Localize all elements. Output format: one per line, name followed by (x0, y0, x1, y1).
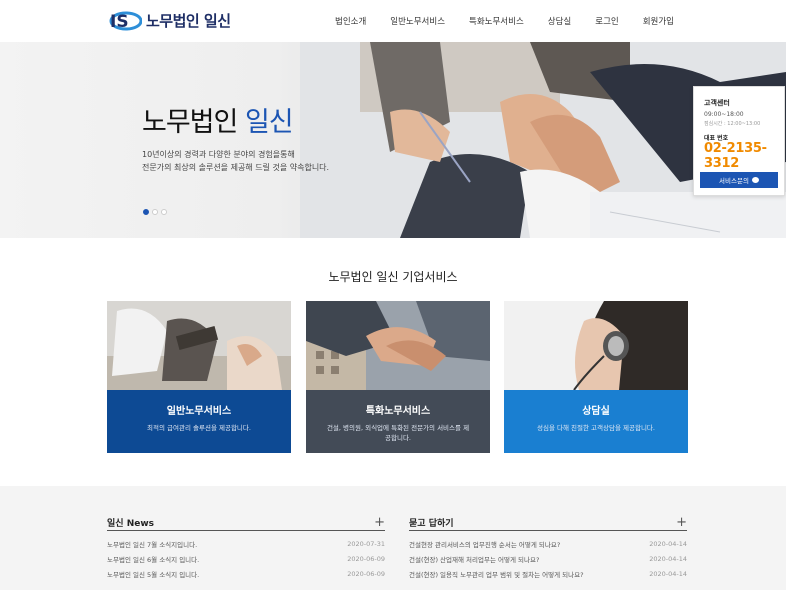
hero-title-accent: 일신 (244, 107, 294, 138)
qna-more-plus-icon[interactable]: + (676, 516, 687, 529)
slider-dots (143, 209, 167, 215)
qna-row-title: 건설현장 관리서비스의 업무진행 순서는 어떻게 되나요? (409, 540, 561, 549)
nav-item-consult[interactable]: 상담실 (536, 15, 583, 27)
service-card-body: 특화노무서비스 건설, 병의원, 외식업에 특화된 전문가의 서비스를 제공합니… (306, 390, 490, 453)
news-board: 일신 News + 노무법인 일신 7월 소식지입니다. 2020-07-31 … (107, 514, 385, 581)
handshake-building-image (306, 301, 490, 390)
cc-phone[interactable]: 02-2135-3312 (704, 141, 784, 171)
cc-title: 고객센터 (704, 99, 730, 107)
qna-row[interactable]: 건설(현장) 산업재해 처리업무는 어떻게 되나요? 2020-04-14 (409, 551, 687, 566)
nav-item-login[interactable]: 로그인 (583, 15, 630, 27)
logo-mark-icon: IS (109, 11, 142, 32)
qna-row-title: 건설(현장) 일용직 노무관리 업무 범위 및 절차는 어떻게 되나요? (409, 570, 584, 579)
cc-lunch: 점심시간 : 12:00~13:00 (704, 121, 761, 127)
qna-board-header: 묻고 답하기 + (409, 514, 687, 531)
office-meeting-image (107, 301, 291, 390)
nav-item-special-service[interactable]: 특화노무서비스 (457, 15, 536, 27)
slider-dot[interactable] (143, 209, 149, 215)
slider-dot[interactable] (152, 209, 158, 215)
news-row-date: 2020-07-31 (347, 539, 385, 548)
service-card-special[interactable]: 특화노무서비스 건설, 병의원, 외식업에 특화된 전문가의 서비스를 제공합니… (306, 301, 490, 453)
service-card-body: 상담실 성심을 다해 친절한 고객상담을 제공합니다. (504, 390, 688, 453)
news-row-title: 노무법인 일신 7월 소식지입니다. (107, 540, 198, 549)
logo[interactable]: IS 노무법인 일신 (106, 7, 231, 33)
site-header: IS 노무법인 일신 법인소개 일반노무서비스 특화노무서비스 상담실 로그인 … (0, 0, 786, 42)
qna-row[interactable]: 건설(현장) 일용직 노무관리 업무 범위 및 절차는 어떻게 되나요? 202… (409, 566, 687, 581)
news-board-header: 일신 News + (107, 514, 385, 531)
news-more-plus-icon[interactable]: + (374, 516, 385, 529)
qna-row-title: 건설(현장) 산업재해 처리업무는 어떻게 되나요? (409, 555, 540, 564)
nav-item-general-service[interactable]: 일반노무서비스 (378, 15, 457, 27)
service-card-desc: 성심을 다해 친절한 고객상담을 제공합니다. (537, 424, 655, 432)
logo-text: 노무법인 일신 (146, 11, 231, 30)
qna-row[interactable]: 건설현장 관리서비스의 업무진행 순서는 어떻게 되나요? 2020-04-14 (409, 536, 687, 551)
qna-row-date: 2020-04-14 (649, 539, 687, 548)
news-row[interactable]: 노무법인 일신 7월 소식지입니다. 2020-07-31 (107, 536, 385, 551)
news-row-title: 노무법인 일신 6월 소식지 입니다. (107, 555, 200, 564)
svg-text:IS: IS (110, 12, 129, 32)
services-title: 노무법인 일신 기업서비스 (328, 270, 458, 284)
qna-row-date: 2020-04-14 (649, 569, 687, 578)
service-card-title: 일반노무서비스 (166, 406, 232, 417)
nav-item-about[interactable]: 법인소개 (323, 15, 378, 27)
hero-title: 노무법인 일신 (142, 100, 294, 139)
chat-bubble-icon (751, 177, 759, 183)
service-card-body: 일반노무서비스 최적의 급여관리 솔루션을 제공합니다. (107, 390, 291, 453)
service-card-title: 상담실 (582, 406, 610, 417)
nav-item-signup[interactable]: 회원가입 (631, 15, 686, 27)
service-card-desc: 최적의 급여관리 솔루션을 제공합니다. (147, 424, 251, 432)
qna-row-date: 2020-04-14 (649, 554, 687, 563)
service-inquiry-label: 서비스문의 (719, 177, 749, 185)
service-card-desc: 건설, 병의원, 외식업에 특화된 전문가의 서비스를 제공합니다. (326, 424, 470, 442)
cc-hours: 09:00~18:00 (704, 111, 744, 118)
hero-desc-line: 10년이상의 경력과 다양한 분야의 경험을통해 (142, 150, 295, 159)
main-nav: 법인소개 일반노무서비스 특화노무서비스 상담실 로그인 회원가입 (323, 0, 686, 42)
qna-board: 묻고 답하기 + 건설현장 관리서비스의 업무진행 순서는 어떻게 되나요? 2… (409, 514, 687, 581)
service-card-consult[interactable]: 상담실 성심을 다해 친절한 고객상담을 제공합니다. (504, 301, 688, 453)
news-row[interactable]: 노무법인 일신 5월 소식지 입니다. 2020-06-09 (107, 566, 385, 581)
qna-board-title: 묻고 답하기 (409, 518, 454, 529)
service-inquiry-button[interactable]: 서비스문의 (700, 172, 778, 188)
hero-description: 10년이상의 경력과 다양한 분야의 경험을통해 전문가의 최상의 솔루션을 제… (142, 148, 329, 174)
news-row-date: 2020-06-09 (347, 569, 385, 578)
service-card-title: 특화노무서비스 (365, 406, 431, 417)
news-row-title: 노무법인 일신 5월 소식지 입니다. (107, 570, 200, 579)
news-row[interactable]: 노무법인 일신 6월 소식지 입니다. 2020-06-09 (107, 551, 385, 566)
hero-desc-line: 전문가의 최상의 솔루션을 제공해 드릴 것을 약속합니다. (142, 163, 330, 172)
slider-dot[interactable] (161, 209, 167, 215)
headset-agent-image (504, 301, 688, 390)
hero-banner: 노무법인 일신 10년이상의 경력과 다양한 분야의 경험을통해 전문가의 최상… (0, 42, 786, 238)
news-board-title: 일신 News (107, 518, 155, 529)
hero-title-main: 노무법인 (142, 107, 245, 138)
news-row-date: 2020-06-09 (347, 554, 385, 563)
service-card-general[interactable]: 일반노무서비스 최적의 급여관리 솔루션을 제공합니다. (107, 301, 291, 453)
